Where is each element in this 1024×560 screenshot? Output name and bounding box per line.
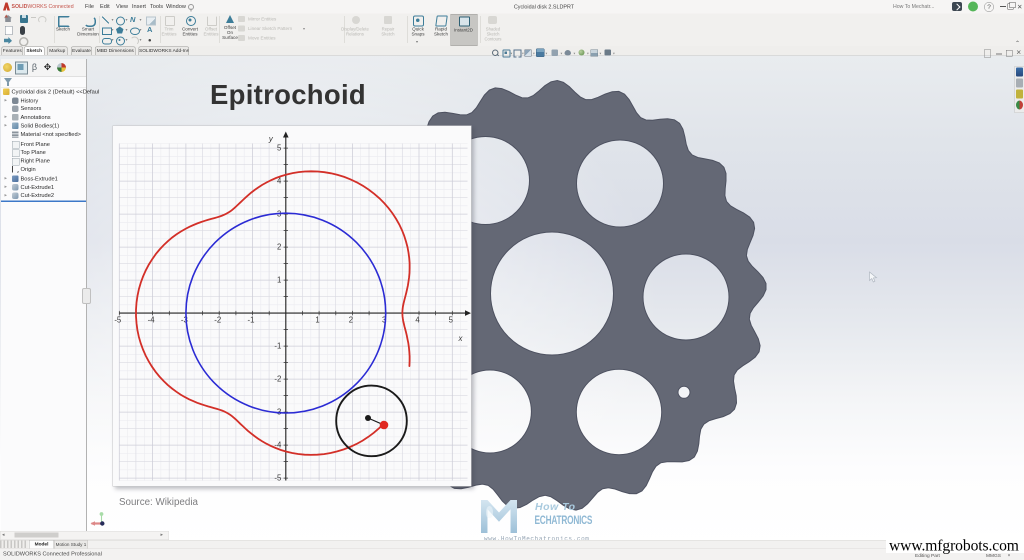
- svg-text:-2: -2: [274, 375, 281, 384]
- svg-text:-4: -4: [148, 316, 156, 325]
- svg-text:y: y: [268, 135, 274, 144]
- svg-text:x: x: [458, 334, 464, 343]
- svg-text:2: 2: [349, 316, 353, 325]
- svg-text:-1: -1: [274, 342, 281, 351]
- svg-text:5: 5: [277, 144, 282, 153]
- svg-text:1: 1: [315, 316, 319, 325]
- svg-text:-5: -5: [274, 474, 282, 483]
- svg-text:2: 2: [277, 243, 281, 252]
- svg-text:-5: -5: [114, 316, 122, 325]
- svg-text:-2: -2: [214, 316, 221, 325]
- svg-text:1: 1: [277, 276, 281, 285]
- svg-text:-1: -1: [248, 316, 255, 325]
- svg-text:4: 4: [415, 316, 420, 325]
- svg-text:5: 5: [449, 316, 454, 325]
